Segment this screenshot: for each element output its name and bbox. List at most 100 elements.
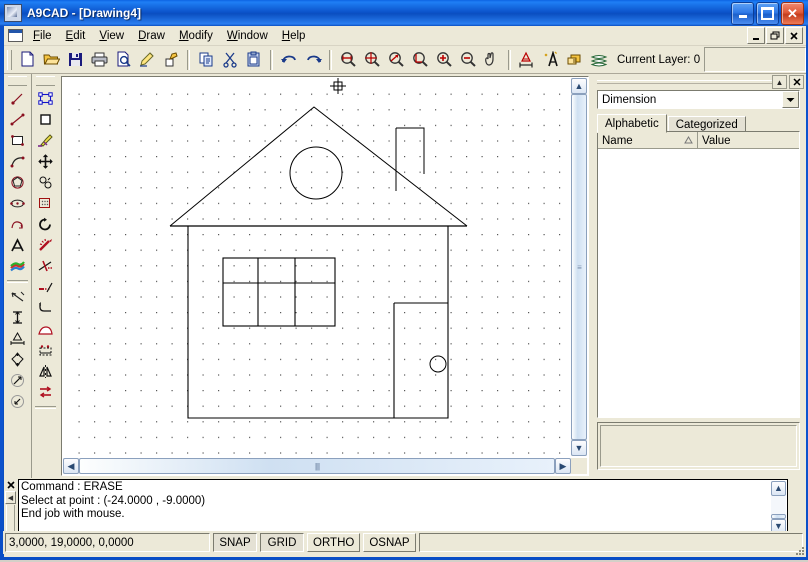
zoom-all-icon[interactable] xyxy=(360,48,384,71)
object-type-combobox[interactable]: Dimension xyxy=(597,90,800,109)
dim-linear-icon[interactable] xyxy=(5,328,30,349)
select-object-icon[interactable] xyxy=(33,88,58,109)
print-preview-icon[interactable] xyxy=(111,48,135,71)
mdi-close-button[interactable] xyxy=(785,27,803,44)
column-header-name[interactable]: Name xyxy=(598,132,698,148)
dimension-style-icon[interactable] xyxy=(515,48,539,71)
tab-alphabetic[interactable]: Alphabetic xyxy=(597,114,667,133)
menu-help[interactable]: Help xyxy=(275,28,313,44)
draw-palette-grip[interactable] xyxy=(8,76,27,86)
chevron-down-icon[interactable] xyxy=(782,91,799,108)
status-toggle-ortho[interactable]: ORTHO xyxy=(307,533,360,552)
dim-vertical-icon[interactable] xyxy=(5,307,30,328)
resize-grip-icon[interactable] xyxy=(792,545,806,559)
print-icon[interactable] xyxy=(87,48,111,71)
scroll-left-arrow[interactable]: ◀ xyxy=(63,458,79,474)
scroll-right-arrow[interactable]: ▶ xyxy=(555,458,571,474)
point-icon[interactable] xyxy=(5,88,30,109)
menu-file[interactable]: File xyxy=(26,28,59,44)
menu-draw[interactable]: Draw xyxy=(131,28,172,44)
line-icon[interactable] xyxy=(5,109,30,130)
menu-view[interactable]: View xyxy=(92,28,131,44)
array-icon[interactable] xyxy=(33,193,58,214)
undo-arrow-icon[interactable] xyxy=(277,48,301,71)
mdi-restore-button[interactable] xyxy=(766,27,784,44)
cut-scissors-icon[interactable] xyxy=(218,48,242,71)
command-scroll-up-arrow[interactable]: ▲ xyxy=(771,481,786,496)
copy-object-icon[interactable] xyxy=(33,172,58,193)
copy-icon[interactable] xyxy=(194,48,218,71)
text-icon[interactable] xyxy=(5,235,30,256)
extend-icon[interactable] xyxy=(33,277,58,298)
scroll-up-arrow[interactable]: ▲ xyxy=(571,78,587,94)
fillet-icon[interactable] xyxy=(33,298,58,319)
paste-clipboard-icon[interactable] xyxy=(242,48,266,71)
drawing-canvas[interactable] xyxy=(63,78,571,456)
trim-icon[interactable] xyxy=(33,256,58,277)
save-disk-icon[interactable] xyxy=(63,48,87,71)
explode-icon[interactable] xyxy=(33,235,58,256)
properties-description-pane xyxy=(597,422,800,470)
toolbar-grip[interactable] xyxy=(7,50,12,70)
status-toggle-osnap[interactable]: OSNAP xyxy=(363,533,415,552)
menu-edit[interactable]: Edit xyxy=(59,28,93,44)
command-close-icon[interactable] xyxy=(5,479,16,490)
dim-center-icon[interactable] xyxy=(5,391,30,412)
erase-icon[interactable] xyxy=(33,130,58,151)
format-painter-icon[interactable] xyxy=(159,48,183,71)
canvas-horizontal-scrollbar[interactable]: ◀ |||| ▶ xyxy=(63,458,571,474)
zoom-in-icon[interactable] xyxy=(432,48,456,71)
zoom-realtime-icon[interactable] xyxy=(408,48,432,71)
command-history[interactable]: Command : ERASE Select at point : (-24.0… xyxy=(18,479,788,532)
zoom-previous-icon[interactable] xyxy=(384,48,408,71)
rectangle-icon[interactable] xyxy=(5,130,30,151)
pan-hand-icon[interactable] xyxy=(480,48,504,71)
dim-diameter-icon[interactable] xyxy=(5,349,30,370)
close-button[interactable]: ✕ xyxy=(781,2,804,25)
dim-aligned-icon[interactable] xyxy=(5,286,30,307)
move-icon[interactable] xyxy=(33,151,58,172)
layers-icon[interactable] xyxy=(587,48,611,71)
edit-pencil-icon[interactable] xyxy=(135,48,159,71)
arc-icon[interactable] xyxy=(5,151,30,172)
vertical-scroll-thumb[interactable]: ≡ xyxy=(571,94,587,440)
document-icon[interactable] xyxy=(8,29,23,42)
modify-palette-grip[interactable] xyxy=(36,76,55,86)
column-header-value[interactable]: Value xyxy=(698,132,799,148)
polygon-icon[interactable] xyxy=(5,172,30,193)
layer-properties-icon[interactable] xyxy=(563,48,587,71)
redo-arrow-icon[interactable] xyxy=(301,48,325,71)
status-toggle-grid[interactable]: GRID xyxy=(260,533,304,552)
properties-grid-body[interactable] xyxy=(598,149,799,417)
scroll-down-arrow[interactable]: ▼ xyxy=(571,440,587,456)
panel-close-button[interactable] xyxy=(789,75,804,89)
command-scroll-track[interactable] xyxy=(771,496,786,514)
open-folder-icon[interactable] xyxy=(39,48,63,71)
text-style-icon[interactable] xyxy=(539,48,563,71)
zoom-out-icon[interactable] xyxy=(456,48,480,71)
dim-radius-icon[interactable] xyxy=(5,370,30,391)
command-collapse-arrow-icon[interactable]: ◀ xyxy=(5,491,16,504)
maximize-button[interactable] xyxy=(756,2,779,25)
stretch-icon[interactable] xyxy=(33,340,58,361)
offset-icon[interactable] xyxy=(33,382,58,403)
canvas-vertical-scrollbar[interactable]: ▲ ≡ ▼ xyxy=(571,78,587,456)
zoom-window-icon[interactable] xyxy=(336,48,360,71)
rotate-icon[interactable] xyxy=(33,214,58,235)
menu-window[interactable]: Window xyxy=(220,28,275,44)
square-icon[interactable] xyxy=(33,109,58,130)
panel-collapse-button[interactable]: ▲ xyxy=(772,75,787,89)
command-history-scrollbar[interactable]: ▲ ▼ xyxy=(771,481,786,530)
minimize-button[interactable] xyxy=(731,2,754,25)
menu-modify[interactable]: Modify xyxy=(172,28,220,44)
horizontal-scroll-thumb[interactable]: |||| xyxy=(79,458,555,474)
new-file-icon[interactable] xyxy=(15,48,39,71)
properties-grid[interactable]: Name Value xyxy=(597,131,800,418)
polyline-icon[interactable] xyxy=(5,214,30,235)
ellipse-icon[interactable] xyxy=(5,193,30,214)
mdi-minimize-button[interactable] xyxy=(747,27,765,44)
mirror-icon[interactable] xyxy=(33,361,58,382)
status-toggle-snap[interactable]: SNAP xyxy=(213,533,257,552)
chamfer-icon[interactable] xyxy=(33,319,58,340)
gradient-icon[interactable] xyxy=(5,256,30,277)
